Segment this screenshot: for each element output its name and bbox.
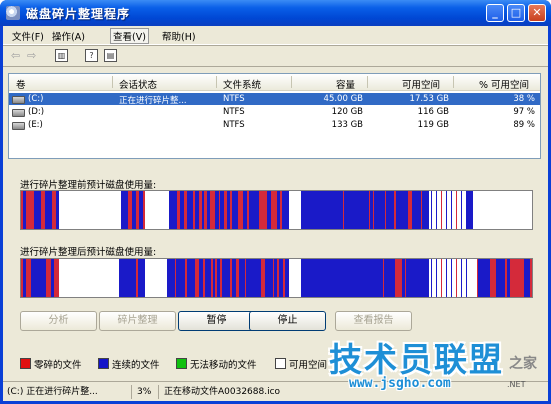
unmovable-swatch bbox=[176, 358, 187, 369]
column-file-system[interactable]: 文件系统 bbox=[223, 77, 261, 91]
defragment-button[interactable]: 碎片整理 bbox=[99, 311, 176, 331]
fragmented-swatch bbox=[20, 358, 31, 369]
after-defrag-label: 进行碎片整理后预计磁盘使用量: bbox=[20, 247, 157, 258]
status-volume: (C:) 正在进行碎片整... bbox=[7, 387, 98, 397]
forward-icon[interactable]: ⇨ bbox=[27, 49, 36, 62]
console-tree-icon[interactable]: ▥ bbox=[55, 49, 68, 62]
disk-cluster-segment bbox=[441, 259, 442, 297]
column-session-status[interactable]: 会话状态 bbox=[119, 77, 157, 91]
volume-list[interactable]: 卷 会话状态 文件系统 容量 可用空间 % 可用空间 (C:) 正在进行碎片整.… bbox=[8, 73, 541, 159]
after-defrag-usage-bar bbox=[20, 258, 533, 298]
disk-cluster-segment bbox=[425, 259, 429, 297]
disk-cluster-segment bbox=[56, 191, 59, 229]
legend-unmovable: 无法移动的文件 bbox=[176, 357, 257, 371]
defrag-app-icon bbox=[6, 6, 20, 20]
volume-row-d[interactable]: (D:) NTFS 120 GB 116 GB 97 % bbox=[9, 106, 540, 118]
disk-cluster-segment bbox=[441, 191, 442, 229]
disk-cluster-segment bbox=[467, 191, 473, 229]
legend-contiguous: 连续的文件 bbox=[98, 357, 160, 371]
disk-cluster-segment bbox=[285, 259, 289, 297]
watermark-title: 技术员联盟 bbox=[329, 340, 504, 379]
defrag-window: 磁盘碎片整理程序 _ □ ✕ 文件(F) 操作(A) 查看(V) 帮助(H) ⇦… bbox=[0, 0, 551, 404]
disk-cluster-segment bbox=[530, 259, 532, 297]
menu-bar: 文件(F) 操作(A) 查看(V) 帮助(H) bbox=[3, 26, 548, 45]
disk-cluster-segment bbox=[301, 191, 343, 229]
disk-cluster-segment bbox=[456, 191, 457, 229]
disk-cluster-segment bbox=[285, 191, 289, 229]
pause-button[interactable]: 暂停 bbox=[178, 311, 255, 331]
disk-cluster-segment bbox=[446, 191, 447, 229]
drive-icon bbox=[12, 109, 25, 117]
watermark-badge: 之家 bbox=[509, 356, 537, 372]
legend-free-space: 可用空间 bbox=[275, 357, 327, 371]
watermark-url: www.jsgho.com bbox=[349, 376, 451, 391]
disk-cluster-segment bbox=[456, 259, 457, 297]
drive-icon bbox=[12, 122, 25, 130]
analyze-button[interactable]: 分析 bbox=[20, 311, 97, 331]
disk-cluster-segment bbox=[425, 191, 429, 229]
free-space-swatch bbox=[275, 358, 286, 369]
back-icon[interactable]: ⇦ bbox=[11, 49, 20, 62]
minimize-button[interactable]: _ bbox=[486, 4, 504, 22]
column-free-space[interactable]: 可用空间 bbox=[402, 77, 440, 91]
disk-cluster-segment bbox=[446, 259, 447, 297]
properties-icon[interactable]: ▤ bbox=[104, 49, 117, 62]
stop-button[interactable]: 停止 bbox=[249, 311, 326, 331]
help-icon[interactable]: ? bbox=[85, 49, 98, 62]
watermark-net: .NET bbox=[507, 380, 526, 389]
column-capacity[interactable]: 容量 bbox=[336, 77, 355, 91]
toolbar: ⇦ ⇨ ▥ ? ▤ bbox=[3, 46, 548, 67]
view-report-button[interactable]: 查看报告 bbox=[335, 311, 412, 331]
disk-cluster-segment bbox=[431, 191, 432, 229]
site-watermark: 技术员联盟 之家 www.jsgho.com .NET bbox=[329, 333, 545, 391]
status-message: 正在移动文件A0032688.ico bbox=[164, 387, 281, 397]
menu-file[interactable]: 文件(F) bbox=[12, 29, 44, 43]
legend-fragmented: 零碎的文件 bbox=[20, 357, 82, 371]
menu-view[interactable]: 查看(V) bbox=[110, 28, 149, 44]
menu-action[interactable]: 操作(A) bbox=[52, 29, 85, 43]
volume-row-e[interactable]: (E:) NTFS 133 GB 119 GB 89 % bbox=[9, 119, 540, 131]
menu-help[interactable]: 帮助(H) bbox=[162, 29, 196, 43]
disk-cluster-segment bbox=[451, 259, 452, 297]
volume-list-header: 卷 会话状态 文件系统 容量 可用空间 % 可用空间 bbox=[9, 74, 540, 91]
status-progress: 3% bbox=[137, 387, 152, 397]
disk-cluster-segment bbox=[451, 191, 452, 229]
disk-cluster-segment bbox=[143, 191, 145, 229]
column-volume[interactable]: 卷 bbox=[16, 77, 26, 91]
disk-cluster-segment bbox=[142, 259, 145, 297]
disk-cluster-segment bbox=[56, 259, 59, 297]
volume-row-c[interactable]: (C:) 正在进行碎片整... NTFS 45.00 GB 17.53 GB 3… bbox=[9, 93, 540, 106]
disk-cluster-segment bbox=[466, 259, 467, 297]
drive-icon bbox=[12, 96, 25, 104]
maximize-button[interactable]: □ bbox=[507, 4, 525, 22]
disk-cluster-segment bbox=[431, 259, 432, 297]
close-button[interactable]: ✕ bbox=[528, 4, 546, 22]
disk-cluster-segment bbox=[436, 259, 437, 297]
column-percent-free[interactable]: % 可用空间 bbox=[479, 77, 529, 91]
before-defrag-usage-bar bbox=[20, 190, 533, 230]
disk-cluster-segment bbox=[461, 259, 462, 297]
window-title: 磁盘碎片整理程序 bbox=[26, 7, 131, 21]
contiguous-swatch bbox=[98, 358, 109, 369]
before-defrag-label: 进行碎片整理前预计磁盘使用量: bbox=[20, 180, 157, 191]
disk-cluster-segment bbox=[301, 259, 361, 297]
disk-cluster-segment bbox=[461, 191, 462, 229]
disk-cluster-segment bbox=[436, 191, 437, 229]
title-bar[interactable]: 磁盘碎片整理程序 _ □ ✕ bbox=[0, 0, 551, 26]
